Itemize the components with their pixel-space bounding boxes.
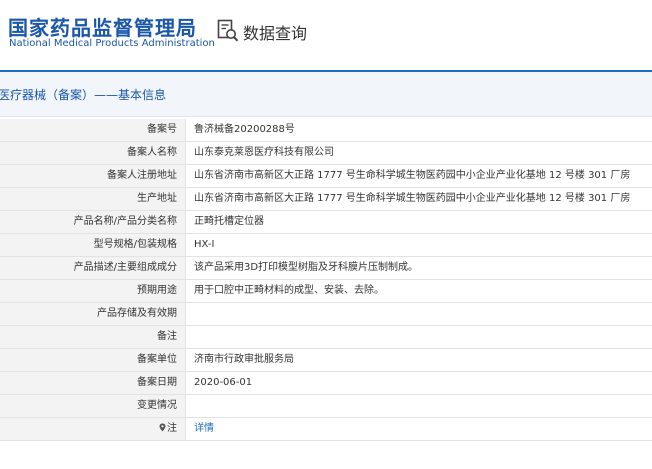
row-value: 正畸托槽定位器 (194, 216, 264, 227)
table-row: 备案号 鲁济械备20200288号 (0, 119, 652, 142)
row-label-note: 注 (0, 418, 186, 440)
row-value: 鲁济械备20200288号 (194, 124, 295, 135)
site-header: 国家药品监督管理局 National Medical Products Admi… (0, 0, 652, 70)
table-row: 备案人注册地址 山东省济南市高新区大正路 1777 号生命科学城生物医药园中小企… (0, 165, 652, 188)
row-label: 备案人名称 (0, 142, 186, 164)
row-value: 2020-06-01 (194, 377, 253, 388)
row-label: 型号规格/包装规格 (0, 234, 186, 256)
table-row: 备案日期 2020-06-01 (0, 372, 652, 395)
row-value: 该产品采用3D打印模型树脂及牙科膜片压制制成。 (194, 262, 419, 273)
row-label: 备案号 (0, 119, 186, 141)
row-value: 用于口腔中正畸材料的成型、安装、去除。 (194, 285, 384, 296)
table-row: 注 详情 (0, 418, 652, 441)
document-search-icon (217, 19, 239, 42)
table-row: 产品存储及有效期 (0, 303, 652, 326)
note-label-text: 注 (167, 423, 177, 434)
row-value: 山东泰克莱恩医疗科技有限公司 (194, 147, 334, 158)
table-row: 生产地址 山东省济南市高新区大正路 1777 号生命科学城生物医药园中小企业产业… (0, 188, 652, 211)
row-label: 备注 (0, 326, 186, 348)
query-title: 数据查询 (243, 24, 308, 43)
row-label: 备案日期 (0, 372, 186, 394)
row-label: 备案单位 (0, 349, 186, 371)
row-label: 产品存储及有效期 (0, 303, 186, 325)
table-row: 备案单位 济南市行政审批服务局 (0, 349, 652, 372)
row-value: HX-I (194, 239, 215, 250)
row-label: 生产地址 (0, 188, 186, 210)
table-row: 产品名称/产品分类名称 正畸托槽定位器 (0, 211, 652, 234)
table-row: 型号规格/包装规格 HX-I (0, 234, 652, 257)
section-title: 医疗器械（备案）——基本信息 (0, 88, 167, 102)
row-value: 山东省济南市高新区大正路 1777 号生命科学城生物医药园中小企业产业化基地 1… (194, 193, 631, 204)
section-bar: 医疗器械（备案）——基本信息 (0, 72, 652, 117)
table-row: 产品描述/主要组成成分 该产品采用3D打印模型树脂及牙科膜片压制制成。 (0, 257, 652, 280)
table-row: 备案人名称 山东泰克莱恩医疗科技有限公司 (0, 142, 652, 165)
agency-name-en: National Medical Products Administration (9, 38, 215, 49)
info-table: 备案号 鲁济械备20200288号 备案人名称 山东泰克莱恩医疗科技有限公司 备… (0, 119, 652, 441)
table-row: 预期用途 用于口腔中正畸材料的成型、安装、去除。 (0, 280, 652, 303)
row-label: 预期用途 (0, 280, 186, 302)
row-value: 济南市行政审批服务局 (194, 354, 294, 365)
details-link[interactable]: 详情 (194, 418, 214, 440)
row-label: 变更情况 (0, 395, 186, 417)
row-label: 产品名称/产品分类名称 (0, 211, 186, 233)
table-row: 备注 (0, 326, 652, 349)
location-pin-icon (159, 423, 166, 432)
row-label: 产品描述/主要组成成分 (0, 257, 186, 279)
row-value: 山东省济南市高新区大正路 1777 号生命科学城生物医药园中小企业产业化基地 1… (194, 170, 631, 181)
agency-name-cn: 国家药品监督管理局 (8, 16, 197, 40)
row-label: 备案人注册地址 (0, 165, 186, 187)
table-row: 变更情况 (0, 395, 652, 418)
